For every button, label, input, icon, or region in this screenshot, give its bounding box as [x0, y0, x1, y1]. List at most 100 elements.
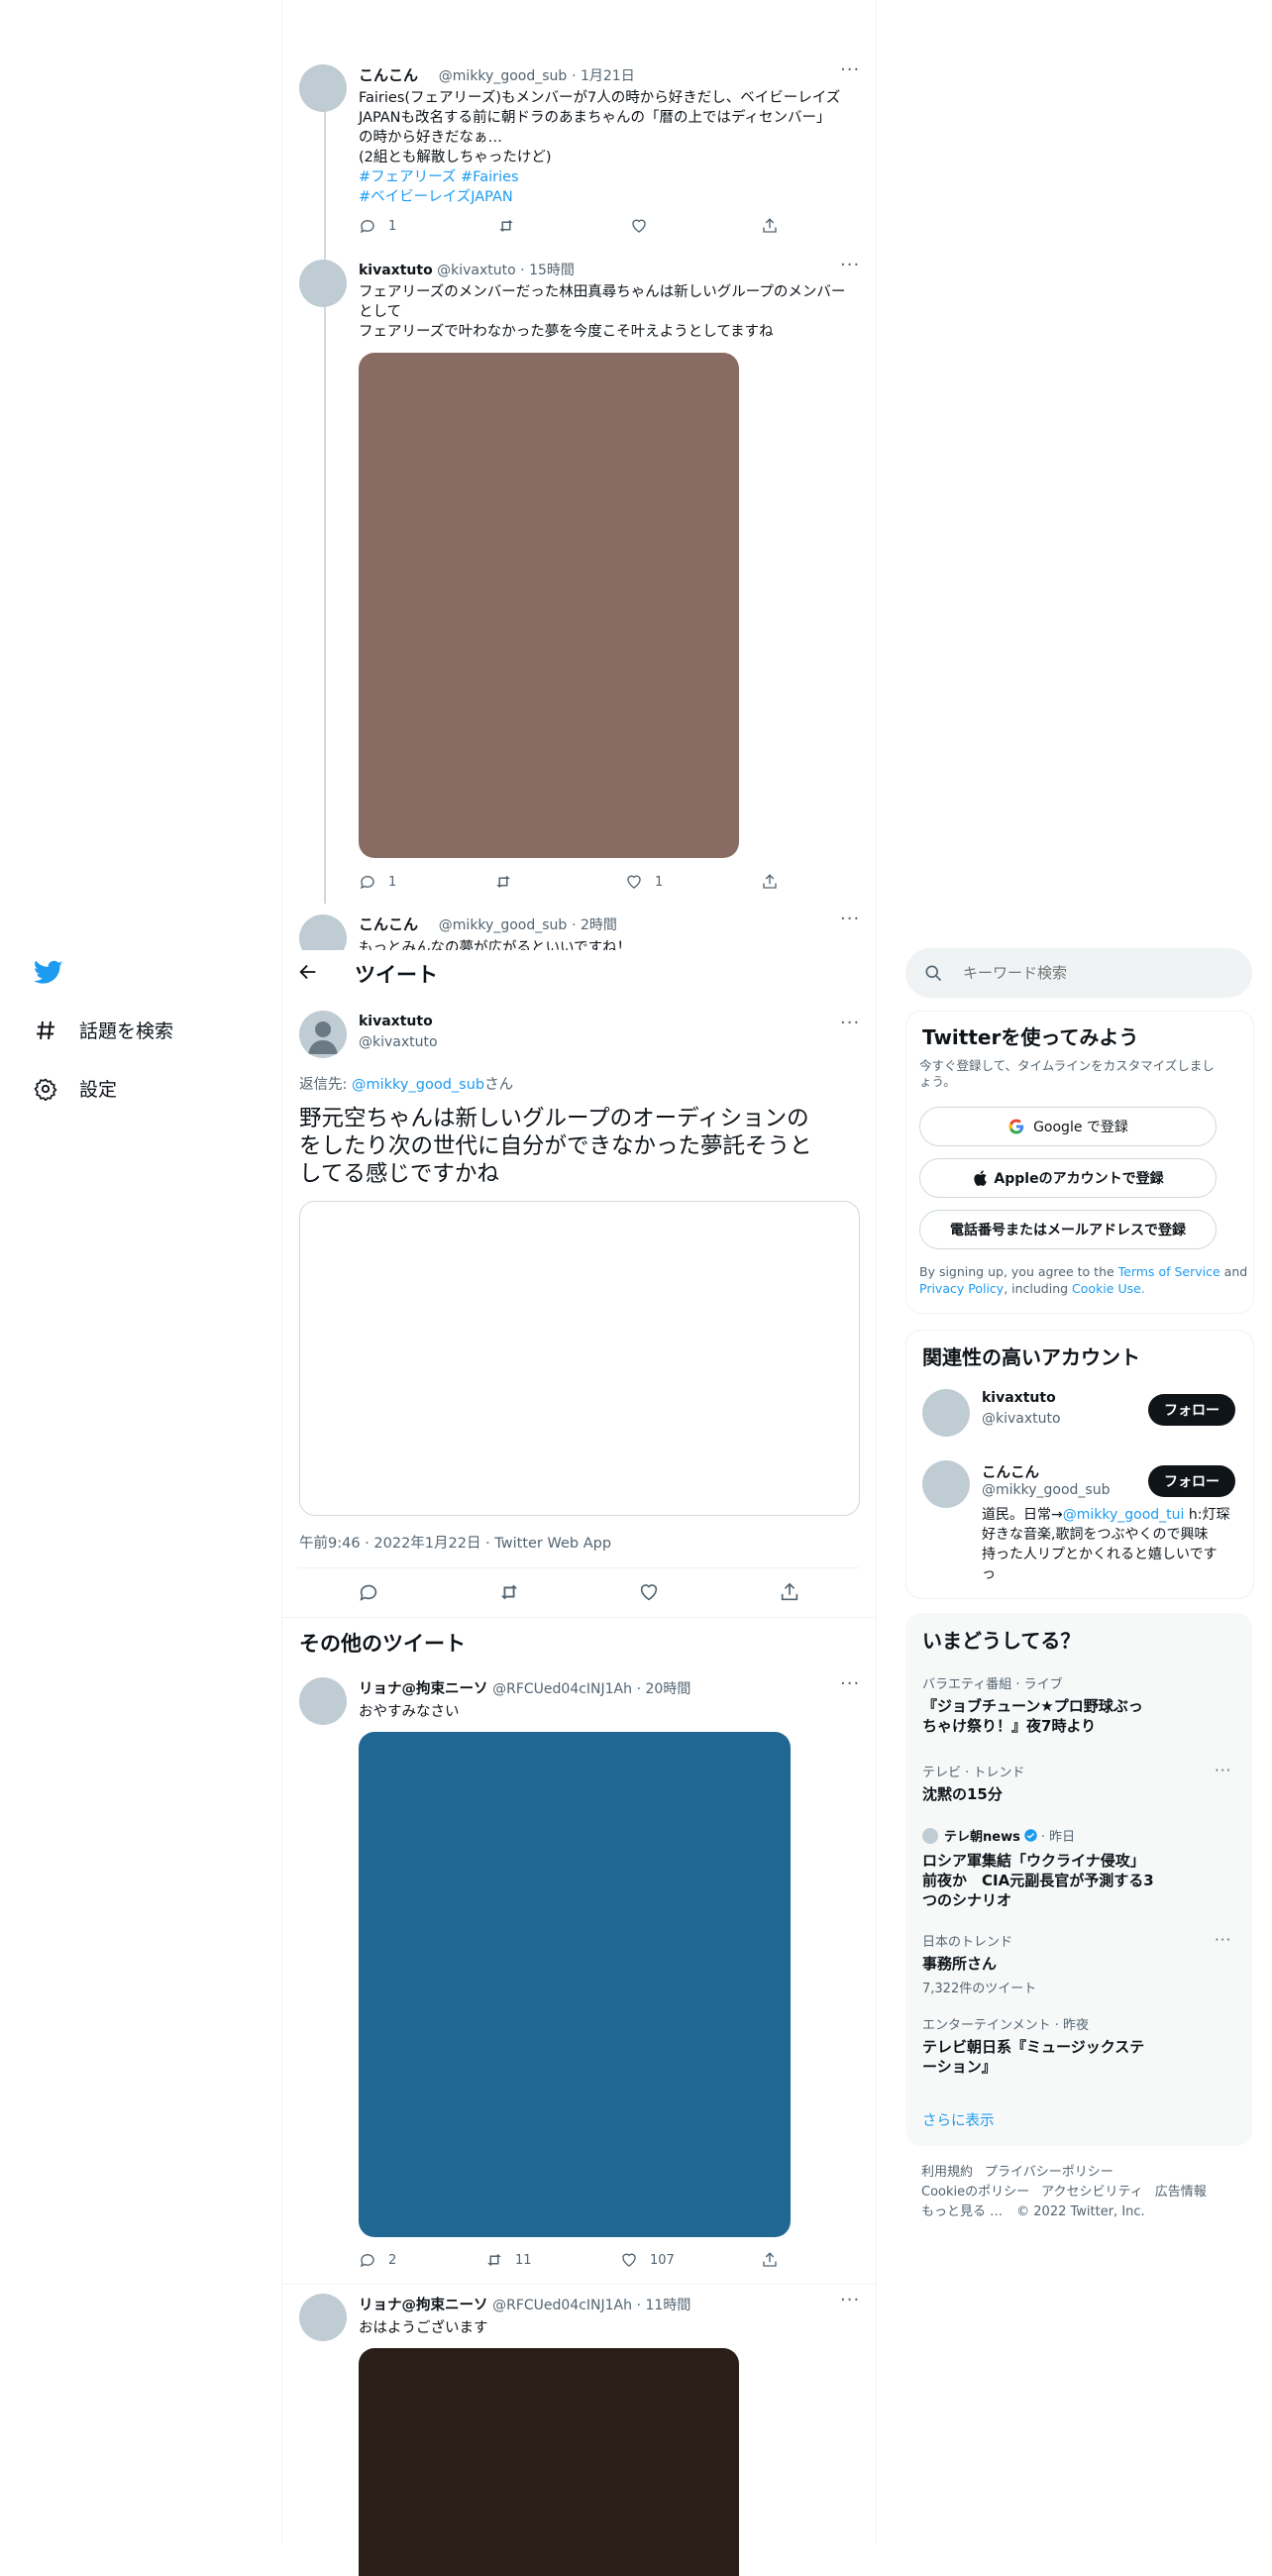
- tweet-time[interactable]: · 2時間: [572, 917, 617, 933]
- show-more-link[interactable]: さらに表示: [922, 2109, 995, 2130]
- apple-signup-button[interactable]: Appleのアカウントで登録: [919, 1158, 1217, 1198]
- footer-more-link[interactable]: もっと見る …: [921, 2204, 1003, 2219]
- hashtag-link[interactable]: #ベイビーレイズJAPAN: [359, 187, 840, 207]
- twitter-logo-icon[interactable]: [34, 960, 63, 990]
- more-icon[interactable]: ···: [1215, 1931, 1231, 1949]
- trend-item[interactable]: テレビ · トレンド 沈黙の15分: [922, 1762, 1024, 1804]
- hashtag-link[interactable]: #フェアリーズ #Fairies: [359, 167, 840, 187]
- retweet-button[interactable]: [497, 217, 515, 235]
- footer-accessibility-link[interactable]: アクセシビリティ: [1041, 2185, 1143, 2200]
- tweet-author-handle[interactable]: @mikky_good_sub: [439, 68, 568, 84]
- like-button[interactable]: 1: [625, 873, 663, 891]
- reply-button[interactable]: 1: [359, 217, 396, 235]
- footer-ads-link[interactable]: 広告情報: [1155, 2185, 1207, 2200]
- account-name[interactable]: こんこん: [982, 1461, 1039, 1482]
- footer-cookie-link[interactable]: Cookieのポリシー: [921, 2185, 1029, 2200]
- follow-button[interactable]: フォロー: [1148, 1394, 1235, 1426]
- tweet-time[interactable]: · 11時間: [637, 2298, 691, 2313]
- avatar[interactable]: [299, 2294, 347, 2341]
- google-signup-button[interactable]: Google で登録: [919, 1107, 1217, 1146]
- terms-link[interactable]: Terms of Service: [1118, 1264, 1220, 1279]
- retweet-icon: [496, 876, 510, 888]
- tweet-author-name[interactable]: こんこん: [359, 915, 418, 933]
- reply-to-link[interactable]: @mikky_good_sub: [352, 1077, 484, 1093]
- more-icon[interactable]: ···: [840, 1673, 860, 1694]
- retweet-button[interactable]: [494, 873, 512, 891]
- news-time: · 昨日: [1040, 1830, 1076, 1845]
- bio-link[interactable]: @mikky_good_tui: [1063, 1507, 1185, 1523]
- share-button[interactable]: [761, 873, 779, 891]
- tweet-author-handle[interactable]: @RFCUed04cINJ1Ah: [492, 1681, 632, 1697]
- nav-settings[interactable]: 設定: [34, 1075, 117, 1102]
- cookie-link[interactable]: Cookie Use.: [1072, 1281, 1145, 1296]
- tweet-time[interactable]: · 1月21日: [572, 68, 635, 84]
- back-arrow-icon[interactable]: [297, 961, 319, 987]
- follow-button[interactable]: フォロー: [1148, 1465, 1235, 1497]
- tweet-author-name[interactable]: kivaxtuto: [359, 1014, 433, 1029]
- reply-button[interactable]: [358, 1581, 379, 1603]
- footer-terms-link[interactable]: 利用規約: [921, 2165, 973, 2180]
- avatar-default[interactable]: [299, 1011, 347, 1058]
- reply-button[interactable]: 2: [359, 2251, 396, 2269]
- search-input[interactable]: [961, 963, 1222, 983]
- avatar[interactable]: [299, 1677, 347, 1725]
- footer-privacy-link[interactable]: プライバシーポリシー: [985, 2165, 1113, 2180]
- trend-tweet-count: 7,322件のツイート: [922, 1982, 1037, 1996]
- signup-title: Twitterを使ってみよう: [922, 1025, 1139, 1049]
- more-icon[interactable]: ···: [840, 1013, 860, 1033]
- tweet-media-placeholder[interactable]: [299, 1201, 860, 1516]
- like-button[interactable]: 107: [620, 2251, 675, 2269]
- tweet-author-name[interactable]: リョナ@拘束ニーソ: [359, 2298, 488, 2313]
- tweet-media-image[interactable]: [359, 2348, 739, 2576]
- tweet-author-name[interactable]: kivaxtuto: [359, 263, 433, 278]
- tweet-media-image[interactable]: [359, 1732, 791, 2237]
- tweet-header: kivaxtuto @kivaxtuto · 15時間: [359, 260, 575, 279]
- account-handle[interactable]: @kivaxtuto: [982, 1411, 1061, 1427]
- more-icon[interactable]: ···: [1215, 1762, 1231, 1779]
- avatar[interactable]: [299, 64, 347, 112]
- share-button[interactable]: [761, 2251, 779, 2269]
- nav-explore[interactable]: 話題を検索: [34, 1017, 173, 1043]
- trend-item[interactable]: エンターテインメント · 昨夜 テレビ朝日系『ミュージックステ ーション』: [922, 2014, 1144, 2077]
- avatar[interactable]: [299, 914, 347, 950]
- share-button[interactable]: [779, 1581, 800, 1603]
- tweet-author-handle[interactable]: @kivaxtuto: [437, 263, 516, 278]
- tweet-time[interactable]: · 15時間: [520, 263, 575, 278]
- tweet-author-handle[interactable]: @mikky_good_sub: [439, 917, 568, 933]
- reply-button[interactable]: 1: [359, 873, 396, 891]
- retweet-button[interactable]: [498, 1581, 520, 1603]
- like-button[interactable]: [638, 1581, 660, 1603]
- tweet-time[interactable]: · 20時間: [637, 1681, 691, 1697]
- more-icon[interactable]: ···: [840, 2290, 860, 2310]
- account-name[interactable]: kivaxtuto: [982, 1390, 1056, 1406]
- hashtag-icon: [37, 1020, 54, 1039]
- search-box[interactable]: [905, 948, 1252, 998]
- avatar[interactable]: [299, 260, 347, 307]
- tweet-author-name[interactable]: こんこん: [359, 66, 418, 84]
- more-icon[interactable]: ···: [840, 255, 860, 275]
- avatar[interactable]: [922, 1460, 970, 1508]
- relevant-accounts-title: 関連性の高いアカウント: [922, 1345, 1140, 1369]
- tweet-text-line: Fairies(フェアリーズ)もメンバーが7人の時から好きだし、ベイビーレイズ: [359, 90, 841, 106]
- retweet-button[interactable]: 11: [485, 2251, 532, 2269]
- privacy-link[interactable]: Privacy Policy: [919, 1281, 1004, 1296]
- more-icon[interactable]: ···: [840, 59, 860, 80]
- bio-text: 好きな音楽,歌詞をつぶやくので興味: [982, 1527, 1209, 1543]
- tweet-author-handle[interactable]: @kivaxtuto: [359, 1034, 438, 1050]
- phone-email-signup-button[interactable]: 電話番号またはメールアドレスで登録: [919, 1210, 1217, 1249]
- tweet-timestamp[interactable]: 午前9:46 · 2022年1月22日 · Twitter Web App: [299, 1532, 611, 1553]
- like-count: 1: [655, 874, 664, 890]
- like-button[interactable]: [630, 217, 648, 235]
- more-icon[interactable]: ···: [840, 909, 860, 929]
- tweet-media-image[interactable]: [359, 353, 739, 858]
- account-handle[interactable]: @mikky_good_sub: [982, 1482, 1111, 1498]
- main-tweet-line: 野元空ちゃんは新しいグループのオーディションの: [299, 1106, 809, 1131]
- nav-settings-label: 設定: [79, 1079, 118, 1101]
- trend-news-item[interactable]: テレ朝news · 昨日 ロシア軍集結「ウクライナ侵攻」 前夜か CIA元副長官…: [922, 1826, 1154, 1910]
- trend-item[interactable]: バラエティ番組 · ライブ 『ジョブチューン★プロ野球ぶっ ちゃけ祭り！』夜7時…: [922, 1673, 1143, 1736]
- trend-item[interactable]: 日本のトレンド 事務所さん 7,322件のツイート: [922, 1931, 1036, 1996]
- share-button[interactable]: [761, 217, 779, 235]
- avatar[interactable]: [922, 1389, 970, 1437]
- tweet-author-handle[interactable]: @RFCUed04cINJ1Ah: [492, 2298, 632, 2313]
- tweet-author-name[interactable]: リョナ@拘束ニーソ: [359, 1681, 488, 1697]
